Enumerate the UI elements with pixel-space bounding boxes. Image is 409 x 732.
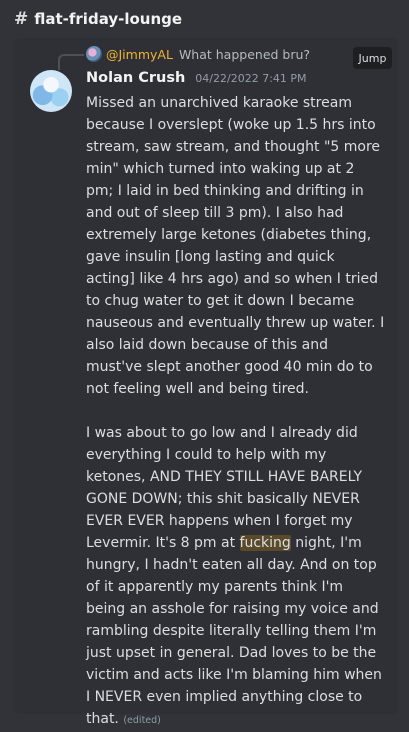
reply-avatar <box>86 46 102 62</box>
message-text: night, I'm hungry, I hadn't eaten all da… <box>86 535 387 727</box>
message-paragraph-2: I was about to go low and I already did … <box>86 425 386 727</box>
author-avatar[interactable] <box>30 70 72 112</box>
reply-preview[interactable]: @JimmyAL What happened bru? <box>86 46 310 62</box>
message-text: I was about to go low and I already did … <box>86 425 367 551</box>
reply-spine <box>58 54 84 70</box>
reply-author[interactable]: @JimmyAL <box>106 47 173 62</box>
edited-label: (edited) <box>123 715 161 726</box>
author-name[interactable]: Nolan Crush <box>86 70 185 86</box>
channel-name[interactable]: flat-friday-lounge <box>34 10 182 28</box>
message-timestamp: 04/22/2022 7:41 PM <box>195 72 307 85</box>
jump-button[interactable]: Jump <box>353 47 392 69</box>
message-paragraph-1: Missed an unarchived karaoke stream beca… <box>86 95 389 397</box>
highlighted-word: fucking <box>239 535 291 551</box>
reply-text[interactable]: What happened bru? <box>179 47 310 62</box>
channel-hash-icon: # <box>14 9 29 29</box>
message-header: Nolan Crush 04/22/2022 7:41 PM <box>86 70 307 86</box>
channel-header: # flat-friday-lounge <box>0 0 409 38</box>
message-body: Missed an unarchived karaoke stream beca… <box>86 92 386 732</box>
